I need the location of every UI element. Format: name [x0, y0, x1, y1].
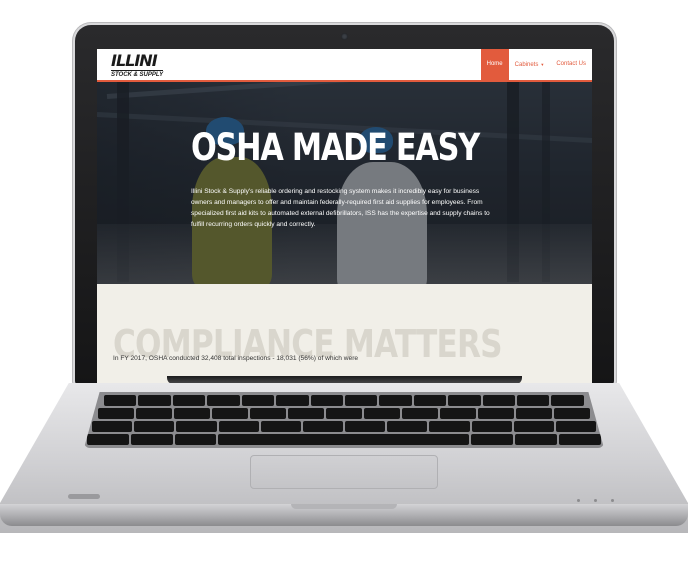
hero-overlay [97, 82, 592, 284]
key [302, 421, 344, 432]
key [174, 408, 210, 419]
logo-wordmark: ILLINI [111, 51, 158, 70]
lid-notch [291, 504, 397, 509]
laptop-hinge [167, 376, 522, 384]
key [176, 421, 217, 432]
key-row [87, 434, 601, 445]
key [310, 395, 343, 406]
key [212, 408, 248, 419]
nav-item-label: Home [486, 61, 503, 67]
status-led-icon [577, 499, 580, 502]
hero-section: OSHA MADE EASY Illini Stock & Supply's r… [97, 82, 592, 284]
nav-item-contact-us[interactable]: Contact Us [550, 49, 592, 80]
site-navbar: ILLINI STOCK & SUPPLY Home Cabinets ▼ Con… [97, 49, 592, 82]
key [260, 421, 301, 432]
nav-item-label: Cabinets [514, 62, 539, 68]
status-led-icon [594, 499, 597, 502]
keyboard [84, 392, 604, 448]
nav-item-home[interactable]: Home [480, 49, 509, 80]
key [345, 421, 386, 432]
key [402, 408, 438, 419]
key [440, 408, 476, 419]
nav-item-label: Contact Us [556, 61, 586, 67]
key [288, 408, 324, 419]
key [429, 421, 470, 432]
key [448, 395, 481, 406]
key [250, 408, 286, 419]
key [207, 395, 240, 406]
key [98, 408, 134, 419]
trackpad [250, 455, 438, 489]
site-logo[interactable]: ILLINI STOCK & SUPPLY [111, 53, 173, 79]
key [559, 434, 601, 445]
key [344, 395, 378, 406]
key [104, 395, 137, 406]
key [554, 408, 590, 419]
key [92, 421, 133, 432]
key [130, 434, 173, 445]
compliance-section: COMPLIANCE MATTERS In FY 2017, OSHA cond… [97, 284, 592, 385]
key [471, 421, 512, 432]
hero-title: OSHA MADE EASY [191, 126, 480, 169]
speaker-grille [68, 494, 100, 499]
laptop-lid: ILLINI STOCK & SUPPLY Home Cabinets ▼ Con… [75, 25, 614, 385]
key [364, 408, 400, 419]
key [138, 395, 171, 406]
nav-item-cabinets[interactable]: Cabinets ▼ [509, 49, 551, 80]
key [276, 395, 309, 406]
key [379, 395, 412, 406]
key [174, 434, 217, 445]
webcam-icon [341, 33, 348, 40]
key [515, 434, 558, 445]
section-text: In FY 2017, OSHA conducted 32,408 total … [113, 355, 359, 362]
key [555, 421, 597, 432]
key [326, 408, 362, 419]
spacebar-key [218, 434, 470, 445]
key [87, 434, 129, 445]
key [482, 395, 516, 406]
key [478, 408, 514, 419]
key-row [98, 408, 590, 419]
key [172, 395, 206, 406]
key [471, 434, 514, 445]
key [134, 421, 175, 432]
key [241, 395, 275, 406]
nav-links: Home Cabinets ▼ Contact Us [480, 49, 592, 80]
key [551, 395, 584, 406]
key-row [104, 395, 584, 406]
laptop-screen: ILLINI STOCK & SUPPLY Home Cabinets ▼ Con… [97, 49, 592, 385]
key [413, 395, 447, 406]
key [218, 421, 259, 432]
status-led-icon [611, 499, 614, 502]
key-row [92, 421, 597, 432]
key [513, 421, 554, 432]
key [387, 421, 428, 432]
key [517, 395, 550, 406]
hero-description: Illini Stock & Supply's reliable orderin… [191, 188, 490, 228]
key [516, 408, 552, 419]
logo-tagline: STOCK & SUPPLY [111, 72, 164, 78]
chevron-down-icon: ▼ [540, 62, 545, 67]
key [136, 408, 172, 419]
